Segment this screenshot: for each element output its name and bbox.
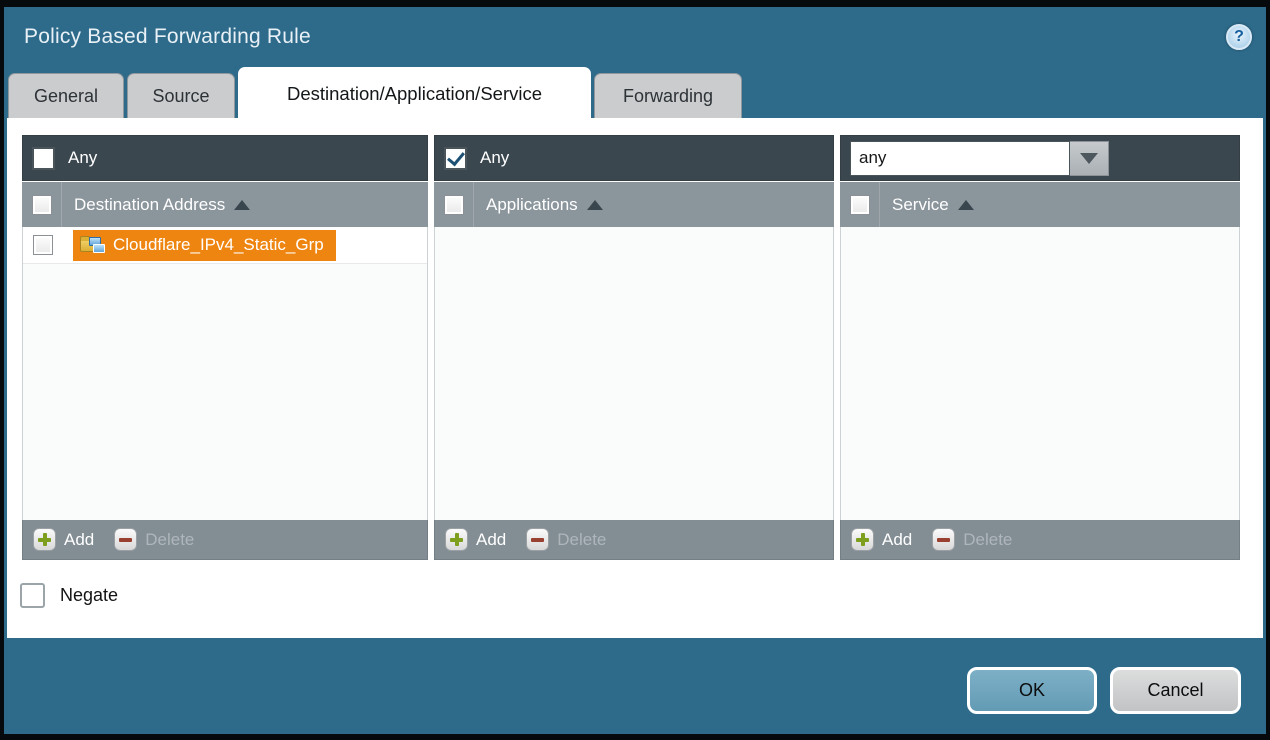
plus-icon [851,528,874,551]
destination-item-selected[interactable]: Cloudflare_IPv4_Static_Grp [73,230,336,261]
service-column-header[interactable]: Service [892,195,949,215]
applications-toolbar: Add Delete [434,520,834,560]
applications-any-bar: Any [434,135,834,181]
tab-content-panel: Any Destination Address Cloudflare [7,118,1263,638]
negate-row: Negate [20,583,1263,608]
address-group-icon [80,236,105,255]
tab-strip: General Source Destination/Application/S… [4,67,1266,119]
applications-any-label: Any [480,148,509,168]
destination-column-header[interactable]: Destination Address [74,195,225,215]
title-bar: Policy Based Forwarding Rule ? [4,7,1266,67]
service-dropdown-bar [840,135,1240,181]
sort-ascending-icon [958,200,974,210]
applications-list [434,227,834,520]
plus-icon [445,528,468,551]
service-dropdown [850,141,1109,176]
destination-any-checkbox[interactable] [32,147,55,170]
minus-icon [114,528,137,551]
negate-checkbox[interactable] [20,583,45,608]
tab-source[interactable]: Source [127,73,235,119]
applications-column: Any Applications Add Delete [434,135,834,560]
plus-icon [33,528,56,551]
applications-add-button[interactable]: Add [445,528,506,551]
service-column: Service Add Delete [840,135,1240,560]
three-column-layout: Any Destination Address Cloudflare [7,118,1263,560]
service-dropdown-button[interactable] [1070,141,1109,176]
cancel-button[interactable]: Cancel [1110,667,1241,714]
minus-icon [526,528,549,551]
chevron-down-icon [1080,153,1098,164]
service-add-button[interactable]: Add [851,528,912,551]
service-toolbar: Add Delete [840,520,1240,560]
destination-header-row: Destination Address [22,181,428,227]
destination-add-button[interactable]: Add [33,528,94,551]
dialog-title: Policy Based Forwarding Rule [24,25,311,49]
tab-general[interactable]: General [8,73,124,119]
destination-delete-button[interactable]: Delete [114,528,194,551]
sort-ascending-icon [587,200,603,210]
policy-based-forwarding-dialog: Policy Based Forwarding Rule ? General S… [4,7,1266,734]
applications-column-header[interactable]: Applications [486,195,578,215]
applications-select-all-checkbox[interactable] [444,195,464,215]
minus-icon [932,528,955,551]
destination-item-name: Cloudflare_IPv4_Static_Grp [113,235,324,255]
sort-ascending-icon [234,200,250,210]
destination-item-checkbox[interactable] [33,235,53,255]
service-dropdown-input[interactable] [850,141,1070,176]
service-delete-button[interactable]: Delete [932,528,1012,551]
destination-list-item: Cloudflare_IPv4_Static_Grp [23,227,427,264]
service-select-all-checkbox[interactable] [850,195,870,215]
destination-select-all-checkbox[interactable] [32,195,52,215]
applications-delete-button[interactable]: Delete [526,528,606,551]
help-icon[interactable]: ? [1226,24,1252,50]
tab-destination-application-service[interactable]: Destination/Application/Service [238,67,591,119]
applications-header-row: Applications [434,181,834,227]
destination-any-label: Any [68,148,97,168]
applications-any-checkbox[interactable] [444,147,467,170]
destination-address-column: Any Destination Address Cloudflare [22,135,428,560]
service-header-row: Service [840,181,1240,227]
dialog-footer: OK Cancel [967,667,1241,714]
destination-toolbar: Add Delete [22,520,428,560]
negate-label: Negate [60,585,118,606]
service-list [840,227,1240,520]
destination-list: Cloudflare_IPv4_Static_Grp [22,227,428,520]
destination-any-bar: Any [22,135,428,181]
tab-forwarding[interactable]: Forwarding [594,73,742,119]
ok-button[interactable]: OK [967,667,1097,714]
